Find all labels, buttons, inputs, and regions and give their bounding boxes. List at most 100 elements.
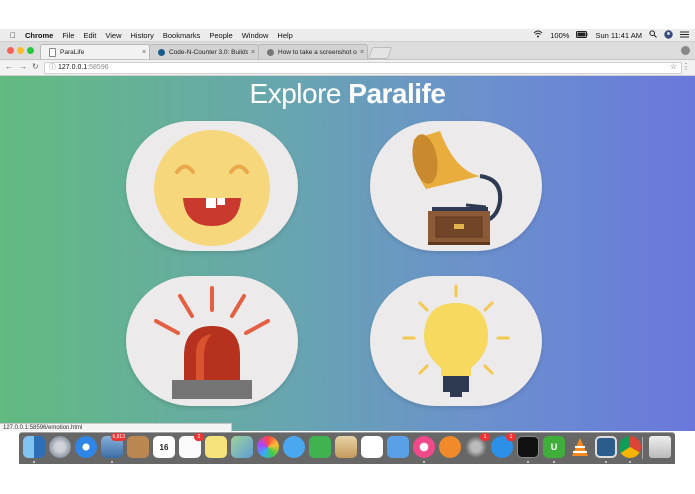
menu-edit[interactable]: Edit <box>83 31 96 40</box>
page-icon <box>49 47 56 57</box>
tab-close-icon[interactable]: × <box>139 49 149 56</box>
menu-clock[interactable]: Sun 11:41 AM <box>595 31 642 40</box>
menu-window[interactable]: Window <box>242 31 269 40</box>
running-indicator <box>423 461 425 463</box>
window-zoom-button[interactable] <box>27 47 34 54</box>
keynote-icon[interactable] <box>387 436 409 458</box>
page-title: Explore Paralife <box>0 78 695 110</box>
profile-icon[interactable] <box>681 46 690 55</box>
bookmark-star-icon[interactable]: ☆ <box>670 62 677 72</box>
menu-people[interactable]: People <box>209 31 232 40</box>
dock: 6,813 16 2 1 1 U <box>19 432 675 464</box>
card-lightbulb[interactable] <box>370 276 542 406</box>
app-store-icon[interactable]: 1 <box>491 433 516 458</box>
tab-strip: ParaLife × Code-N-Counter 3.0: Builds yo… <box>0 42 695 60</box>
ibooks-icon[interactable] <box>439 436 461 458</box>
launchpad-icon[interactable] <box>49 436 71 458</box>
reminders-icon[interactable]: 2 <box>179 433 204 458</box>
new-tab-button[interactable] <box>367 47 393 59</box>
lightbulb-icon <box>402 284 510 397</box>
site-info-icon[interactable]: ⓘ <box>49 63 56 73</box>
menu-history[interactable]: History <box>131 31 154 40</box>
tab-close-icon[interactable]: × <box>357 49 367 56</box>
smiling-face-icon <box>154 130 270 246</box>
tab-title: How to take a screenshot on yo <box>278 48 357 56</box>
running-indicator <box>605 461 607 463</box>
tab-title: ParaLife <box>60 48 85 56</box>
system-preferences-icon[interactable]: 1 <box>465 433 490 458</box>
card-happy-face[interactable] <box>126 121 298 251</box>
menu-file[interactable]: File <box>62 31 74 40</box>
upwork-icon[interactable]: U <box>543 436 565 458</box>
running-indicator <box>527 461 529 463</box>
pages-icon[interactable] <box>335 436 357 458</box>
notes-icon[interactable] <box>205 436 227 458</box>
vlc-icon[interactable] <box>569 436 591 458</box>
running-indicator <box>111 461 113 463</box>
devpost-icon <box>158 48 165 56</box>
battery-percent: 100% <box>550 30 570 40</box>
tab-paralife[interactable]: ParaLife × <box>40 44 150 59</box>
notification-center-icon[interactable] <box>680 31 689 40</box>
sequel-app-icon[interactable] <box>595 436 617 458</box>
photos-icon[interactable] <box>257 436 279 458</box>
running-indicator <box>629 461 631 463</box>
spotlight-search-icon[interactable] <box>649 30 657 40</box>
running-indicator <box>553 461 555 463</box>
trash-icon[interactable] <box>649 436 671 458</box>
page-content: Explore Paralife <box>0 76 695 431</box>
tab-code-n-counter[interactable]: Code-N-Counter 3.0: Builds yo × <box>149 44 259 59</box>
itunes-icon[interactable] <box>413 436 435 458</box>
battery-icon[interactable] <box>576 30 588 40</box>
finder-icon[interactable] <box>23 436 45 458</box>
mail-badge: 6,813 <box>111 433 126 441</box>
wifi-icon[interactable] <box>533 30 543 40</box>
chrome-menu-icon[interactable]: ⋮ <box>682 62 690 71</box>
safari-icon[interactable] <box>75 436 97 458</box>
window-minimize-button[interactable] <box>17 47 24 54</box>
browser-toolbar: ← → ↻ ⓘ 127.0.0.1:58596 ☆ ⋮ <box>0 60 695 76</box>
calendar-day: 16 <box>159 443 169 452</box>
card-siren[interactable] <box>126 276 298 406</box>
back-button[interactable]: ← <box>5 62 13 71</box>
forward-button[interactable]: → <box>19 62 27 71</box>
dock-separator <box>642 437 643 459</box>
top-margin <box>0 0 695 29</box>
calendar-icon[interactable]: 16 <box>153 436 175 458</box>
chrome-icon[interactable] <box>619 436 641 458</box>
upwork-label: U <box>550 442 558 452</box>
menu-help[interactable]: Help <box>277 31 292 40</box>
title-bold: Paralife <box>348 78 446 109</box>
numbers-icon[interactable] <box>361 436 383 458</box>
url-text: 127.0.0.1:58596 <box>58 63 109 73</box>
mail-icon[interactable]: 6,813 <box>101 433 126 458</box>
contacts-icon[interactable] <box>127 436 149 458</box>
terminal-icon[interactable] <box>517 436 539 458</box>
apple-icon[interactable]:  <box>10 31 16 40</box>
alarm-siren-icon <box>154 286 270 399</box>
menu-bar:  Chrome File Edit View History Bookmark… <box>0 29 695 42</box>
gramophone-icon <box>412 131 503 245</box>
running-indicator <box>33 461 35 463</box>
address-bar[interactable]: ⓘ 127.0.0.1:58596 ☆ <box>44 62 682 74</box>
messages-icon[interactable] <box>283 436 305 458</box>
menu-view[interactable]: View <box>105 31 121 40</box>
appstore-badge: 1 <box>506 433 516 441</box>
window-close-button[interactable] <box>7 47 14 54</box>
title-light: Explore <box>249 78 349 109</box>
reload-button[interactable]: ↻ <box>32 62 39 71</box>
prefs-badge: 1 <box>480 433 490 441</box>
card-gramophone[interactable] <box>370 121 542 251</box>
tab-screenshot-guide[interactable]: How to take a screenshot on yo × <box>258 44 368 59</box>
facetime-icon[interactable] <box>309 436 331 458</box>
reminders-badge: 2 <box>194 433 204 441</box>
url-host: 127.0.0.1 <box>58 64 88 71</box>
maps-icon[interactable] <box>231 436 253 458</box>
user-avatar-icon[interactable] <box>664 29 673 41</box>
tab-close-icon[interactable]: × <box>248 49 258 56</box>
tab-title: Code-N-Counter 3.0: Builds yo <box>169 48 248 56</box>
menu-bookmarks[interactable]: Bookmarks <box>163 31 201 40</box>
url-port: :58596 <box>87 64 109 71</box>
menu-chrome[interactable]: Chrome <box>25 31 53 40</box>
apple-site-icon <box>267 48 274 56</box>
